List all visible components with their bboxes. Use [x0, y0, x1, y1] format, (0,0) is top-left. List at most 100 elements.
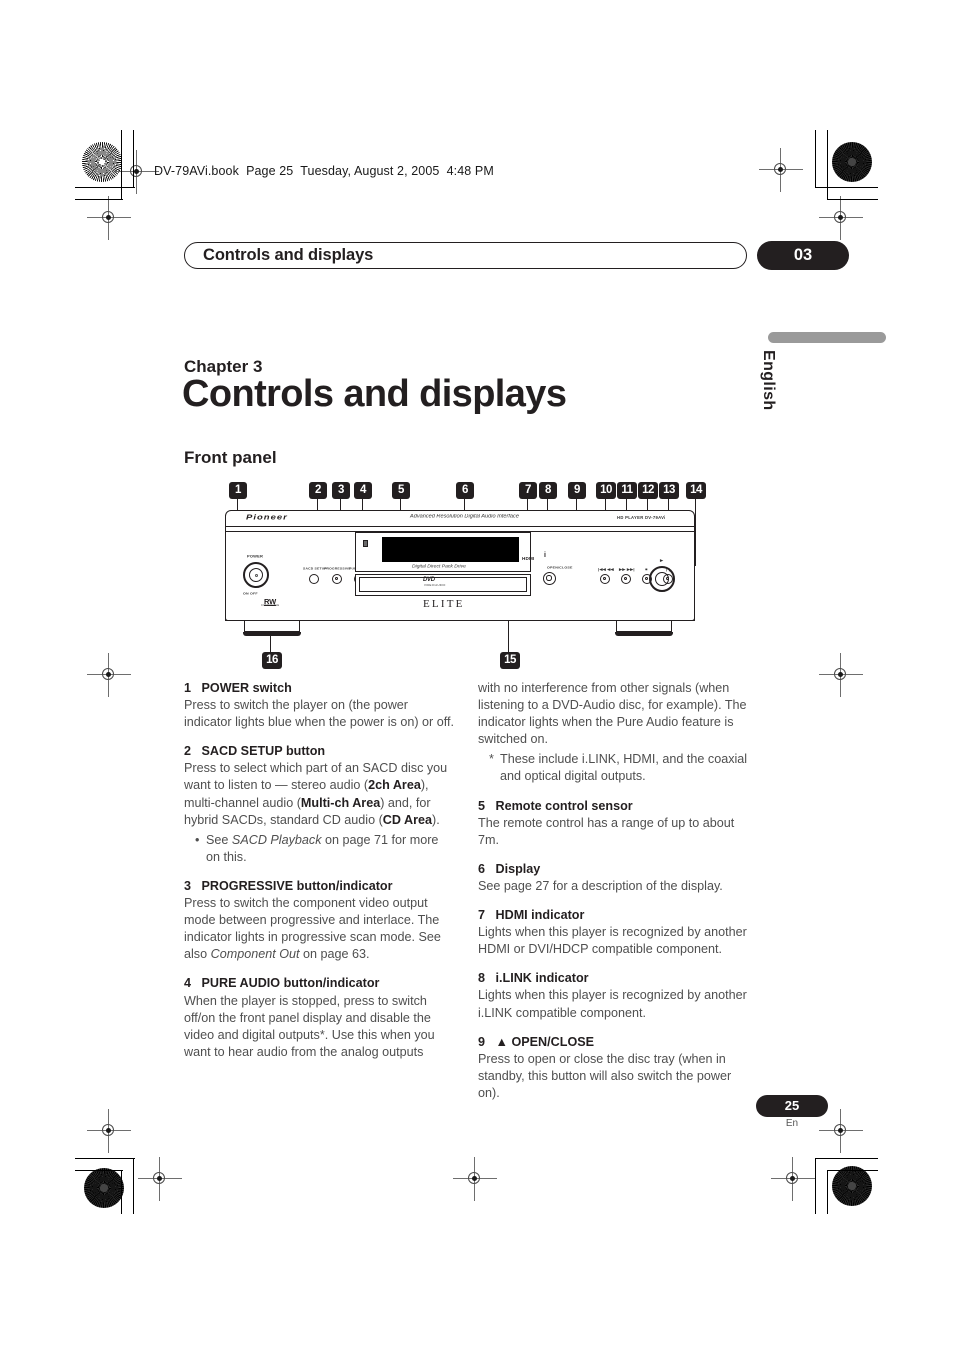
bullet-marker: •	[195, 832, 200, 847]
display-screen	[382, 537, 519, 562]
crop-line-bottom-left-h2	[75, 1170, 123, 1172]
crop-line-top-left-h	[75, 187, 135, 189]
figure-callout-15: 15	[500, 652, 520, 669]
bullet-item: * These include i.LINK, HDMI, and the coa…	[478, 751, 748, 785]
crosshair-mark-top-left-outer	[87, 196, 131, 240]
item-paragraph: Lights when this player is recognized by…	[478, 988, 747, 1020]
figure-callout-6: 6	[456, 482, 474, 499]
bullet-marker: *	[489, 752, 494, 767]
sacd-setup-button[interactable]	[309, 574, 319, 584]
power-switch-label: POWER	[247, 554, 264, 559]
manual-page: DV-79AVi.book Page 25 Tuesday, August 2,…	[0, 0, 954, 1351]
item-paragraph: When the player is stopped, press to swi…	[184, 993, 435, 1059]
prev-scan-back-button[interactable]	[600, 574, 610, 584]
figure-callout-4: 4	[354, 482, 372, 499]
crosshair-mark-top-right-outer	[819, 196, 863, 240]
item-heading: 2 SACD SETUP button	[184, 744, 326, 759]
crop-line-top-left-v2	[121, 130, 123, 200]
item-paragraph: Press to open or close the disc tray (wh…	[478, 1051, 732, 1100]
remote-control-sensor	[363, 540, 368, 547]
crosshair-mark-top-right	[759, 148, 803, 192]
registration-rosette-top-left	[82, 142, 122, 182]
crosshair-mark-bottom-right	[819, 1109, 863, 1153]
item-heading: 7 HDMI indicator	[478, 908, 585, 923]
figure-callout-3: 3	[332, 482, 350, 499]
ilink-indicator-label: i	[544, 552, 547, 559]
figure-callout-7: 7	[519, 482, 537, 499]
display-caption: Digital Direct Pack Drive	[412, 564, 466, 570]
page-language-code: En	[785, 1118, 799, 1129]
section-heading-front-panel: Front panel	[184, 448, 277, 467]
item-heading: 9 ▲ OPEN/CLOSE	[478, 1034, 595, 1049]
crop-line-bottom-left-v2	[121, 1170, 123, 1214]
prev-scan-back-label: |◀◀ ◀◀	[598, 567, 614, 572]
next-scan-fwd-label: ▶▶ ▶▶|	[619, 567, 635, 572]
front-panel-figure: 1 2 3 4 5 6 7 8 9 10 11 12 13 14 15 16 P…	[216, 482, 706, 674]
item-heading: 6 Display	[478, 861, 541, 876]
open-close-button[interactable]	[543, 572, 556, 585]
next-scan-forward-button[interactable]	[621, 574, 631, 584]
device-model-label: HD PLAYER DV-79AVi	[617, 515, 666, 520]
figure-callout-11: 11	[617, 482, 637, 499]
play-button-label: ▶	[660, 558, 664, 563]
crosshair-mark-bottom-inline-right	[771, 1157, 815, 1201]
device-foot-left	[244, 621, 300, 632]
chapter-badge-label: 03	[793, 246, 813, 264]
pioneer-logo: Pioneer	[246, 513, 288, 522]
figure-callout-8: 8	[539, 482, 557, 499]
page-title: Controls and displays	[182, 373, 567, 415]
leader-line-14	[695, 499, 697, 566]
crosshair-mark-bottom-left	[87, 1109, 131, 1153]
power-switch-sublabel: ON OFF	[243, 592, 258, 596]
chapter-badge: 03	[757, 241, 849, 270]
item-heading: 8 i.LINK indicator	[478, 971, 589, 986]
rw-badge-sublabel: COMPATIBLE	[261, 604, 280, 607]
item-paragraph: Press to select which part of an SACD di…	[184, 761, 448, 827]
body-column-left: 1 POWER switch Press to switch the player…	[184, 680, 454, 1061]
chassis-seam-upper	[225, 526, 695, 528]
page-number-badge: 25	[756, 1095, 828, 1117]
item-heading: 4 PURE AUDIO button/indicator	[184, 976, 380, 991]
item-paragraph: The remote control has a range of up to …	[478, 815, 735, 847]
crop-line-bottom-left-v	[133, 1158, 135, 1214]
play-button-inner-ring	[655, 572, 669, 586]
registration-rosette-bottom-right	[832, 1166, 872, 1206]
page-number: 25	[784, 1098, 800, 1113]
crosshair-mark-top-inline	[115, 150, 159, 194]
power-switch-center-dot	[254, 573, 258, 577]
progressive-button[interactable]	[332, 574, 342, 584]
item-heading: 5 Remote control sensor	[478, 798, 633, 813]
item-paragraph: Press to switch the player on (the power…	[184, 698, 454, 730]
item-paragraph: Press to switch the component video outp…	[184, 896, 441, 962]
item-paragraph: with no interference from other signals …	[478, 681, 747, 747]
item-heading: 1 POWER switch	[184, 681, 292, 695]
figure-callout-9: 9	[568, 482, 586, 499]
bullet-item: • See SACD Playback on page 71 for more o…	[184, 832, 454, 866]
bullet-text: See SACD Playback on page 71 for more on…	[206, 832, 439, 864]
crop-line-bottom-right-v2	[827, 1170, 829, 1214]
figure-callout-12: 12	[638, 482, 658, 499]
book-file-line: DV-79AVi.book Page 25 Tuesday, August 2,…	[154, 164, 494, 178]
crosshair-mark-middle-right	[819, 653, 863, 697]
device-foot-shadow-right	[615, 632, 673, 636]
crop-line-top-right-v2	[827, 130, 829, 200]
crosshair-mark-bottom-inline-left	[138, 1157, 182, 1201]
crop-line-top-right-v	[815, 130, 817, 188]
running-head-title: Controls and displays	[203, 246, 374, 264]
crosshair-mark-bottom-center	[453, 1157, 497, 1201]
crop-line-top-left-v	[133, 130, 135, 188]
figure-callout-14: 14	[686, 482, 706, 499]
crop-line-bottom-right-h	[816, 1158, 878, 1160]
item-paragraph: See page 27 for a description of the dis…	[478, 878, 723, 893]
open-close-button-label: OPEN/CLOSE	[547, 566, 573, 570]
elite-mark: ELITE	[423, 598, 465, 610]
item-heading: 3 PROGRESSIVE button/indicator	[184, 878, 393, 893]
body-column-right: with no interference from other signals …	[478, 680, 748, 1102]
language-tab-bar	[768, 332, 886, 343]
device-foot-shadow-left	[243, 632, 301, 636]
crop-line-bottom-right-v	[815, 1158, 817, 1214]
crop-line-bottom-left-h	[75, 1158, 135, 1160]
crop-line-top-left-h2	[75, 199, 123, 201]
crop-line-top-right-h	[816, 187, 878, 189]
hdmi-indicator-label: HDMI	[522, 556, 535, 561]
